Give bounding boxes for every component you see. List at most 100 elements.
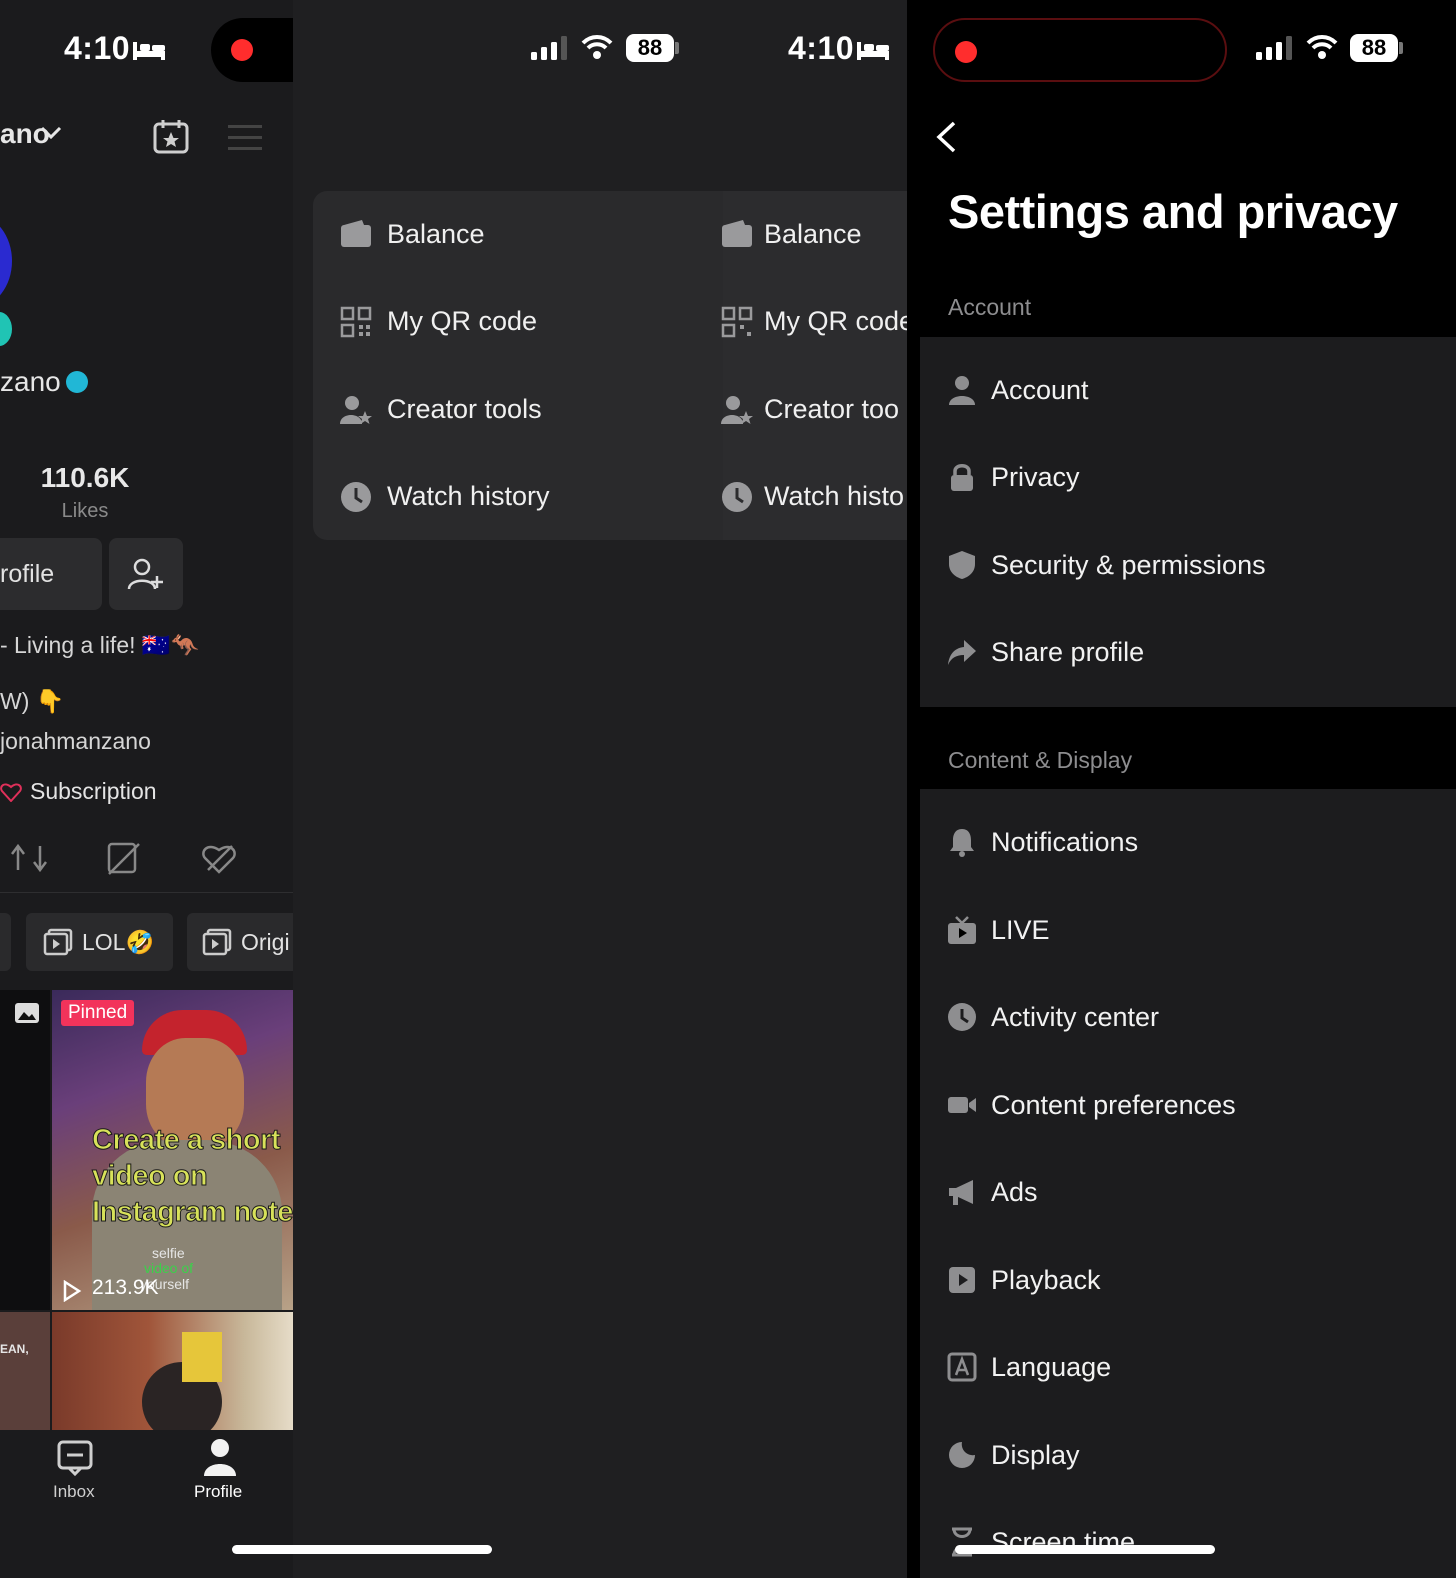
creator-tools-icon bbox=[340, 396, 372, 424]
qr-code-icon bbox=[721, 306, 753, 338]
battery-indicator: 88 bbox=[1350, 34, 1398, 62]
chevron-down-icon[interactable] bbox=[40, 126, 62, 140]
likes-label: Likes bbox=[61, 500, 109, 522]
drawer-item-creator-tools[interactable]: Creator tools bbox=[387, 394, 542, 425]
settings-item-account[interactable]: Account bbox=[991, 375, 1089, 406]
bell-icon bbox=[950, 829, 974, 857]
edit-profile-button[interactable]: rofile bbox=[0, 538, 102, 610]
tab-divider bbox=[0, 892, 293, 893]
photo-post-icon bbox=[15, 1003, 39, 1023]
video-camera-icon bbox=[948, 1097, 976, 1113]
settings-item-share-profile[interactable]: Share profile bbox=[991, 637, 1144, 668]
settings-item-display[interactable]: Display bbox=[991, 1440, 1080, 1471]
inbox-icon[interactable] bbox=[57, 1440, 93, 1476]
nav-inbox-label[interactable]: Inbox bbox=[53, 1482, 95, 1502]
video-caption: selfie bbox=[152, 1245, 185, 1261]
playlist-chip[interactable] bbox=[0, 913, 11, 971]
drawer-item-qr-code[interactable]: My QR code bbox=[387, 306, 537, 337]
hamburger-menu-icon[interactable] bbox=[228, 124, 262, 150]
settings-item-live[interactable]: LIVE bbox=[991, 915, 1050, 946]
battery-tip bbox=[675, 42, 679, 54]
home-indicator[interactable] bbox=[232, 1545, 492, 1554]
video-overlay-text: Instagram note bbox=[92, 1196, 293, 1229]
sleep-focus-icon bbox=[857, 42, 889, 60]
lock-icon bbox=[951, 464, 973, 491]
side-drawer: 88 4:10 Balance My QR code Creator tools… bbox=[293, 0, 907, 1578]
view-count: 213.9K bbox=[92, 1276, 159, 1299]
liked-videos-tab-icon[interactable] bbox=[200, 840, 238, 876]
repost-tab-icon[interactable] bbox=[10, 840, 48, 876]
clock-icon bbox=[722, 482, 752, 512]
home-indicator[interactable] bbox=[955, 1545, 1215, 1554]
settings-screen: 88 Settings and privacy Account Account … bbox=[907, 0, 1456, 1578]
subscription-heart-icon bbox=[0, 783, 22, 802]
wallet-icon bbox=[341, 220, 371, 247]
battery-tip bbox=[1399, 42, 1403, 54]
drawer-ghost-item: My QR code bbox=[764, 306, 907, 336]
wallet-icon bbox=[722, 220, 752, 247]
video-thumbnail[interactable] bbox=[52, 1312, 293, 1430]
likes-count: 110.6K bbox=[40, 462, 130, 493]
settings-item-ads[interactable]: Ads bbox=[991, 1177, 1038, 1208]
clock-icon bbox=[948, 1003, 976, 1031]
playlist-icon bbox=[202, 928, 232, 956]
drawer-ghost-item: Creator too bbox=[764, 394, 900, 424]
wifi-icon bbox=[581, 35, 613, 59]
calendar-star-icon[interactable] bbox=[152, 118, 190, 154]
bio-link[interactable]: jonahmanzano bbox=[0, 728, 151, 755]
avatar[interactable] bbox=[0, 215, 12, 307]
play-icon bbox=[949, 1267, 975, 1293]
shield-icon bbox=[949, 551, 975, 579]
person-icon bbox=[949, 376, 975, 405]
cellular-signal-icon bbox=[531, 36, 567, 60]
battery-indicator: 88 bbox=[626, 34, 674, 62]
back-arrow-icon[interactable] bbox=[935, 120, 957, 154]
verified-badge-icon bbox=[66, 371, 88, 393]
bio-line: - Living a life! 🇦🇺🦘 bbox=[0, 632, 200, 658]
add-friend-button[interactable] bbox=[109, 538, 183, 610]
video-caption: EAN, bbox=[0, 1342, 29, 1356]
clock-icon bbox=[341, 482, 371, 512]
tv-icon bbox=[948, 916, 976, 944]
playlist-icon bbox=[43, 928, 73, 956]
drawer-ghost-item: Balance bbox=[764, 219, 862, 249]
pinned-badge: Pinned bbox=[61, 1000, 135, 1026]
subscription-link[interactable]: Subscription bbox=[30, 778, 157, 805]
megaphone-icon bbox=[949, 1180, 973, 1205]
drawer-item-balance[interactable]: Balance bbox=[387, 219, 485, 250]
creator-tools-icon bbox=[721, 396, 753, 424]
video-overlay-text: Create a short bbox=[91, 1124, 281, 1157]
private-videos-tab-icon[interactable] bbox=[105, 840, 143, 876]
share-icon bbox=[948, 640, 976, 665]
section-label-content-display: Content & Display bbox=[948, 747, 1133, 773]
drawer-item-watch-history[interactable]: Watch history bbox=[387, 481, 550, 512]
display-name: zano bbox=[0, 366, 61, 397]
play-count-icon bbox=[63, 1280, 82, 1302]
wifi-icon bbox=[1306, 35, 1338, 59]
section-label-account: Account bbox=[948, 294, 1032, 320]
page-title: Settings and privacy bbox=[948, 185, 1398, 238]
settings-item-content-preferences[interactable]: Content preferences bbox=[991, 1090, 1236, 1121]
language-icon bbox=[947, 1352, 977, 1382]
settings-item-playback[interactable]: Playback bbox=[991, 1265, 1101, 1296]
status-time: 4:10 bbox=[788, 30, 855, 66]
settings-item-security[interactable]: Security & permissions bbox=[991, 550, 1266, 581]
bottom-nav bbox=[0, 1430, 293, 1578]
settings-item-language[interactable]: Language bbox=[991, 1352, 1111, 1383]
video-overlay-text: video on bbox=[91, 1160, 208, 1193]
settings-item-activity-center[interactable]: Activity center bbox=[991, 1002, 1159, 1033]
video-caption: video of bbox=[144, 1260, 194, 1276]
drawer-ghost-item: Watch histo bbox=[764, 481, 905, 511]
avatar-add-badge[interactable] bbox=[0, 312, 12, 346]
nav-profile-label[interactable]: Profile bbox=[194, 1482, 242, 1502]
profile-nav-icon[interactable] bbox=[203, 1438, 237, 1476]
bio-line: W) 👇 bbox=[0, 688, 65, 714]
video-thumbnail[interactable] bbox=[0, 990, 50, 1310]
qr-code-icon bbox=[340, 306, 372, 338]
settings-item-privacy[interactable]: Privacy bbox=[991, 462, 1080, 493]
add-person-icon bbox=[127, 558, 163, 590]
video-thumbnail[interactable]: EAN, bbox=[0, 1312, 50, 1430]
settings-item-notifications[interactable]: Notifications bbox=[991, 827, 1138, 858]
recording-indicator bbox=[955, 41, 977, 63]
moon-icon bbox=[949, 1442, 975, 1468]
